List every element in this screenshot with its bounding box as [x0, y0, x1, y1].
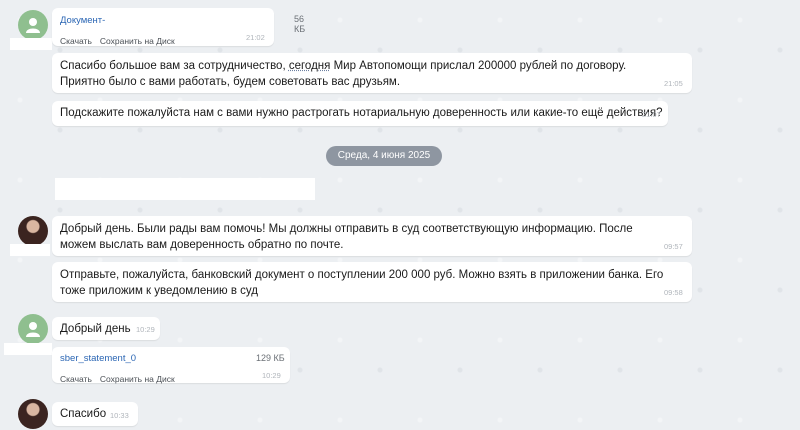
redacted-sender-name: [10, 244, 50, 256]
redacted-file-name-part: [164, 14, 254, 25]
message-time: 21:02: [246, 33, 265, 42]
message-text: Спасибо большое вам за сотрудничество, с…: [60, 58, 668, 90]
message-time: 10:29: [136, 325, 155, 334]
file-name[interactable]: Документ-: [60, 15, 105, 26]
message-text-part: Спасибо большое вам за сотрудничество,: [60, 60, 289, 72]
user-avatar-icon[interactable]: [18, 10, 48, 40]
user-avatar-icon[interactable]: [18, 314, 48, 344]
message-time: 09:57: [664, 242, 683, 251]
message-bubble[interactable]: Спасибо большое вам за сотрудничество, с…: [52, 53, 692, 93]
spellcheck-word: сегодня: [288, 60, 331, 72]
message-text: Отправьте, пожалуйста, банковский докуме…: [60, 269, 664, 297]
message-text: Добрый день: [60, 323, 131, 335]
person-icon: [26, 322, 40, 337]
message-bubble[interactable]: Подскажите пожалуйста нам с вами нужно р…: [52, 101, 668, 126]
file-name[interactable]: sber_statement_0: [60, 353, 136, 364]
file-message-bubble[interactable]: Документ- 56 КБ Скачать Сохранить на Диск…: [52, 8, 305, 49]
agent-photo-avatar[interactable]: [18, 399, 48, 429]
file-size: 56 КБ: [294, 14, 306, 34]
date-separator: Среда, 4 июня 2025: [326, 146, 442, 166]
message-bubble[interactable]: Спасибо 10:33: [52, 402, 138, 426]
message-time: 21:05: [664, 79, 683, 88]
message-time: 09:58: [664, 288, 683, 297]
message-time: 10:29: [262, 371, 281, 380]
message-time: 10:33: [110, 411, 129, 420]
redacted-sender-name: [4, 343, 52, 355]
message-bubble[interactable]: Добрый день 10:29: [52, 317, 160, 340]
file-message-bubble[interactable]: sber_statement_0 129 КБ Скачать Сохранить…: [52, 347, 290, 384]
redacted-sender-name: [10, 38, 52, 50]
file-size: 129 КБ: [256, 353, 285, 363]
message-text: Подскажите пожалуйста нам с вами нужно р…: [60, 107, 663, 119]
message-text: Спасибо: [60, 408, 107, 420]
file-actions: Скачать Сохранить на Диск: [60, 31, 183, 49]
save-to-disk-link[interactable]: Сохранить на Диск: [100, 374, 175, 384]
message-bubble[interactable]: Добрый день. Были рады вам помочь! Мы до…: [52, 216, 692, 256]
redacted-block: [55, 178, 315, 200]
person-icon: [26, 18, 40, 33]
message-bubble[interactable]: Отправьте, пожалуйста, банковский докуме…: [52, 262, 692, 302]
message-time: 21:07: [642, 110, 661, 119]
message-text: Добрый день. Были рады вам помочь! Мы до…: [60, 223, 633, 251]
save-to-disk-link[interactable]: Сохранить на Диск: [100, 36, 175, 46]
agent-photo-avatar[interactable]: [18, 216, 48, 246]
download-link[interactable]: Скачать: [60, 36, 92, 46]
chat-area: Документ- 56 КБ Скачать Сохранить на Диск…: [0, 0, 800, 430]
file-actions: Скачать Сохранить на Диск: [60, 369, 183, 387]
download-link[interactable]: Скачать: [60, 374, 92, 384]
